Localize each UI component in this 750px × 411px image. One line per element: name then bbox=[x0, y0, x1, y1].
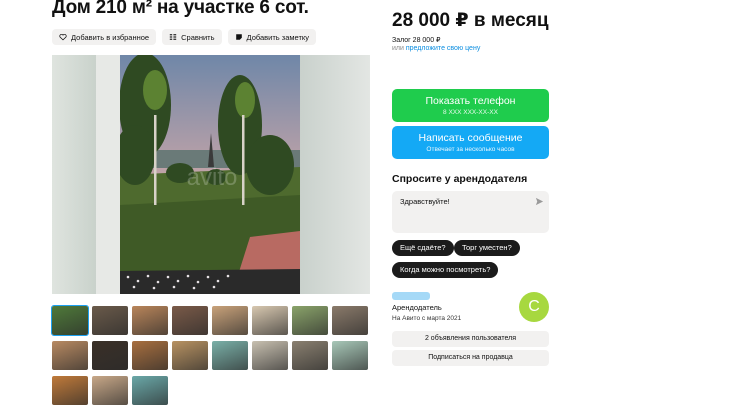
write-message-label: Написать сообщение bbox=[418, 132, 523, 144]
seller-listings-button[interactable]: 2 объявления пользователя bbox=[392, 331, 549, 347]
deposit-text: Залог 28 000 ₽ bbox=[392, 37, 441, 44]
thumbnail[interactable] bbox=[52, 341, 88, 370]
ask-landlord-title: Спросите у арендодателя bbox=[392, 173, 528, 185]
thumbnail[interactable] bbox=[252, 341, 288, 370]
thumbnail[interactable] bbox=[332, 341, 368, 370]
photo-blur-right bbox=[300, 55, 370, 294]
thumbnail[interactable] bbox=[51, 305, 89, 336]
compare-label: Сравнить bbox=[181, 32, 215, 42]
price: 28 000 ₽ в месяц bbox=[392, 10, 549, 31]
subscribe-seller-button[interactable]: Подписаться на продавца bbox=[392, 350, 549, 366]
offer-price-link[interactable]: предложите свою цену bbox=[406, 45, 480, 52]
send-icon[interactable] bbox=[535, 197, 544, 206]
note-icon bbox=[235, 34, 242, 40]
house-garden-photo: avito bbox=[120, 55, 300, 294]
note-label: Добавить заметку bbox=[246, 32, 309, 42]
quick-question-still-renting[interactable]: Ещё сдаёте? bbox=[392, 240, 454, 256]
avatar[interactable]: C bbox=[519, 292, 549, 322]
offer-price-line: или предложите свою цену bbox=[392, 45, 480, 52]
add-note-button[interactable]: Добавить заметку bbox=[227, 29, 316, 45]
listing-title: Дом 210 м² на участке 6 сот. bbox=[52, 0, 309, 18]
message-input-text: Здравствуйте! bbox=[400, 197, 450, 206]
seller-role: Арендодатель bbox=[392, 303, 442, 312]
favorite-label: Добавить в избранное bbox=[71, 32, 150, 42]
thumbnail[interactable] bbox=[92, 341, 128, 370]
photo-thumbnails bbox=[51, 305, 370, 411]
compare-icon bbox=[169, 34, 177, 40]
thumbnail[interactable] bbox=[172, 306, 208, 335]
thumbnail[interactable] bbox=[52, 376, 88, 405]
show-phone-button[interactable]: Показать телефон 8 XXX XXX-XX-XX bbox=[392, 89, 549, 122]
thumbnail[interactable] bbox=[132, 376, 168, 405]
thumbnail-row-3 bbox=[52, 376, 370, 405]
thumbnail-row-1 bbox=[51, 305, 370, 336]
thumbnail-row-2 bbox=[52, 341, 370, 370]
quick-question-viewing[interactable]: Когда можно посмотреть? bbox=[392, 262, 499, 278]
thumbnail[interactable] bbox=[172, 341, 208, 370]
quick-question-bargain[interactable]: Торг уместен? bbox=[454, 240, 520, 256]
thumbnail[interactable] bbox=[132, 306, 168, 335]
message-input[interactable]: Здравствуйте! bbox=[392, 191, 549, 233]
thumbnail[interactable] bbox=[252, 306, 288, 335]
thumbnail[interactable] bbox=[92, 306, 128, 335]
thumbnail[interactable] bbox=[292, 306, 328, 335]
compare-button[interactable]: Сравнить bbox=[162, 29, 222, 45]
listing-actions: Добавить в избранное Сравнить Добавить з… bbox=[52, 29, 316, 45]
thumbnail[interactable] bbox=[212, 306, 248, 335]
seller-since: На Авито с марта 2021 bbox=[392, 315, 462, 322]
thumbnail[interactable] bbox=[92, 376, 128, 405]
masked-phone: 8 XXX XXX-XX-XX bbox=[443, 109, 498, 116]
thumbnail[interactable] bbox=[132, 341, 168, 370]
write-message-button[interactable]: Написать сообщение Отвечает за несколько… bbox=[392, 126, 549, 159]
heart-icon bbox=[59, 33, 67, 41]
photo-blur-left bbox=[52, 55, 96, 294]
main-photo[interactable]: avito bbox=[52, 55, 370, 294]
response-time: Отвечает за несколько часов bbox=[426, 146, 515, 153]
add-to-favorites-button[interactable]: Добавить в избранное bbox=[52, 29, 157, 45]
thumbnail[interactable] bbox=[332, 306, 368, 335]
seller-name-link[interactable] bbox=[392, 292, 430, 300]
offer-prefix: или bbox=[392, 45, 404, 52]
show-phone-label: Показать телефон bbox=[425, 95, 516, 107]
photo-watermark: avito bbox=[187, 164, 238, 191]
thumbnail[interactable] bbox=[292, 341, 328, 370]
thumbnail[interactable] bbox=[212, 341, 248, 370]
